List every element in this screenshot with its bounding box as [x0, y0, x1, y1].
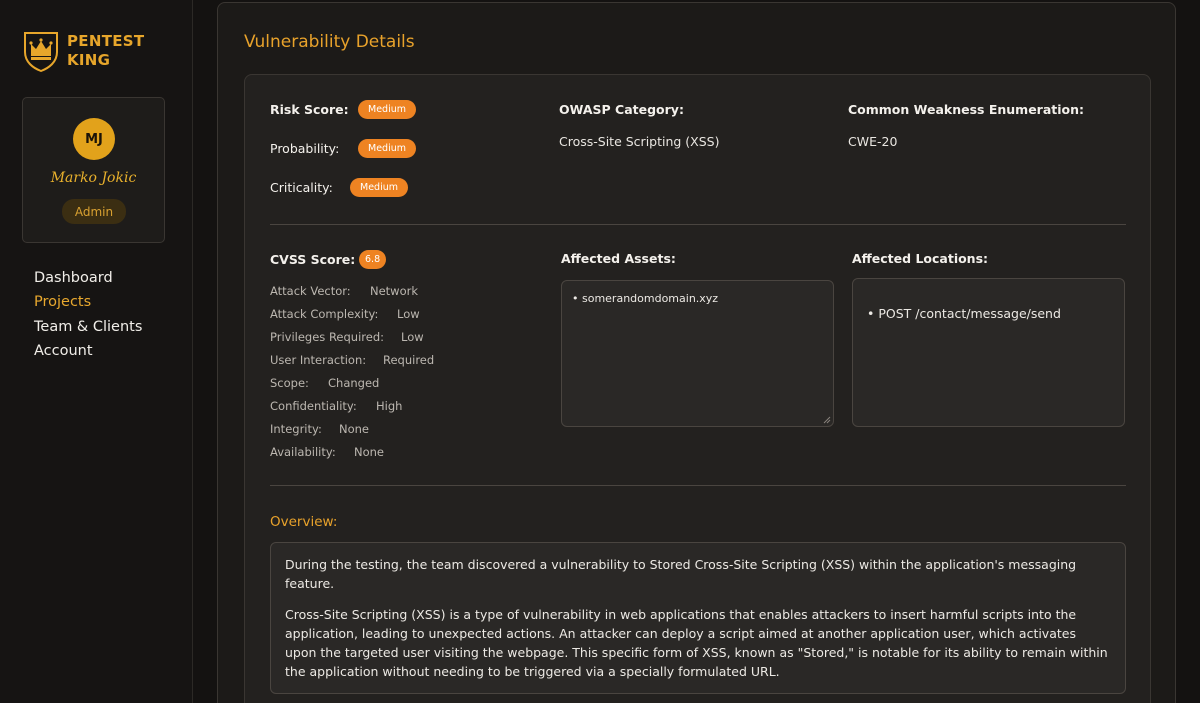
resize-grip-icon[interactable] — [823, 416, 831, 424]
cvss-metric-value: High — [376, 399, 403, 413]
cwe-value: CWE-20 — [848, 134, 898, 149]
owasp-value: Cross-Site Scripting (XSS) — [559, 134, 720, 149]
cvss-metric-label: Confidentiality: — [270, 399, 357, 413]
cvss-label: CVSS Score: — [270, 252, 356, 267]
overview-label: Overview: — [270, 514, 338, 530]
nav-item-projects[interactable]: Projects — [34, 290, 142, 314]
logo-text: PENTEST KING — [67, 32, 144, 70]
divider — [270, 224, 1126, 225]
criticality-label: Criticality: — [270, 180, 333, 195]
avatar[interactable]: MJ — [73, 118, 115, 160]
cvss-metric-label: Attack Vector: — [270, 284, 351, 298]
overview-paragraph: Cross-Site Scripting (XSS) is a type of … — [285, 607, 1108, 679]
affected-assets-label: Affected Assets: — [561, 251, 676, 266]
vulnerability-details-panel: Vulnerability Details Risk Score: Medium… — [217, 2, 1176, 703]
criticality-badge: Medium — [350, 178, 408, 197]
logo-line-1: PENTEST — [67, 32, 145, 50]
cvss-metric-value: None — [339, 422, 370, 436]
probability-label: Probability: — [270, 141, 340, 156]
affected-location-item: • POST /contact/message/send — [867, 306, 1061, 321]
cvss-metric-label: Attack Complexity: — [270, 307, 379, 321]
sidebar: PENTEST KING MJ Marko Jokic Admin Dashbo… — [0, 0, 193, 703]
affected-locations-box: • POST /contact/message/send — [852, 278, 1125, 427]
cvss-metric-label: Availability: — [270, 445, 336, 459]
cvss-metric-value: Changed — [328, 376, 380, 390]
details-card: Risk Score: Medium Probability: Medium C… — [244, 74, 1151, 703]
risk-score-badge: Medium — [358, 100, 416, 119]
divider — [270, 485, 1126, 486]
cvss-metric-value: Network — [370, 284, 419, 298]
affected-asset-item: • somerandomdomain.xyz — [572, 292, 719, 305]
role-badge: Admin — [62, 199, 126, 224]
overview-paragraph: During the testing, the team discovered … — [285, 557, 1077, 591]
nav-item-account[interactable]: Account — [34, 339, 142, 363]
overview-box: During the testing, the team discovered … — [270, 542, 1126, 694]
probability-badge: Medium — [358, 139, 416, 158]
cwe-label: Common Weakness Enumeration: — [848, 102, 1085, 117]
page-title: Vulnerability Details — [244, 32, 415, 52]
profile-card: MJ Marko Jokic Admin — [22, 97, 165, 243]
crown-shield-icon — [24, 32, 58, 72]
nav-item-team-clients[interactable]: Team & Clients — [34, 315, 142, 339]
cvss-metric-label: Scope: — [270, 376, 309, 390]
logo-line-2: KING — [67, 51, 111, 69]
cvss-metric-value: Low — [397, 307, 420, 321]
sidebar-nav: Dashboard Projects Team & Clients Accoun… — [34, 266, 142, 363]
nav-item-dashboard[interactable]: Dashboard — [34, 266, 142, 290]
cvss-metric-value: Low — [401, 330, 424, 344]
cvss-metric-label: User Interaction: — [270, 353, 367, 367]
risk-score-label: Risk Score: — [270, 102, 349, 117]
cvss-metric-label: Privileges Required: — [270, 330, 385, 344]
cvss-score-badge: 6.8 — [359, 250, 387, 269]
logo[interactable]: PENTEST KING — [22, 30, 144, 72]
cvss-metric-value: Required — [383, 353, 435, 367]
cvss-metric-label: Integrity: — [270, 422, 322, 436]
cvss-metric-value: None — [354, 445, 385, 459]
affected-assets-textarea[interactable]: • somerandomdomain.xyz — [561, 280, 834, 427]
user-name: Marko Jokic — [50, 170, 137, 186]
owasp-label: OWASP Category: — [559, 102, 684, 117]
affected-locations-label: Affected Locations: — [852, 251, 989, 266]
